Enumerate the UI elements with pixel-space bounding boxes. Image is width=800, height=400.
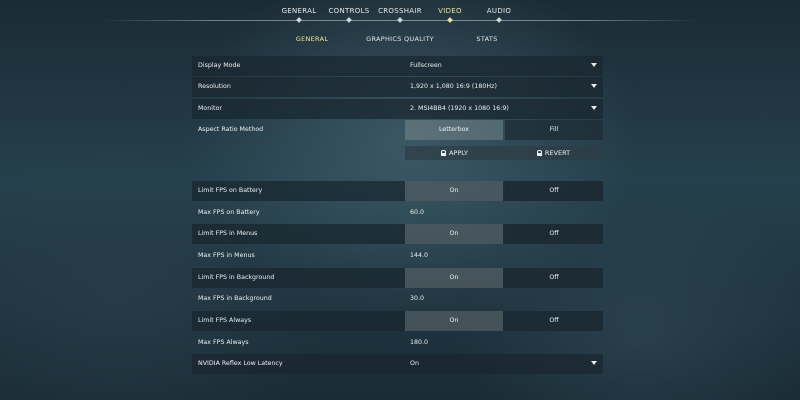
resolution-value: 1,920 x 1,080 16:9 (180Hz) — [410, 83, 497, 90]
lock-icon — [440, 150, 447, 156]
limit-fps-menus-on[interactable]: On — [405, 224, 503, 244]
sub-nav: GENERAL GRAPHICS QUALITY STATS — [0, 30, 800, 50]
setting-max-fps-always: Max FPS Always 180.0 — [192, 333, 603, 353]
max-fps-battery-input[interactable]: 60.0 — [410, 209, 424, 216]
revert-button[interactable]: REVERT — [504, 146, 603, 160]
limit-fps-background-off[interactable]: Off — [505, 268, 603, 288]
setting-aspect-ratio: Aspect Ratio Method Letterbox Fill — [192, 120, 603, 140]
tab-crosshair-marker-icon — [397, 17, 403, 23]
revert-label: REVERT — [544, 149, 571, 157]
chevron-down-icon — [591, 84, 597, 88]
setting-label: Limit FPS on Battery — [198, 187, 263, 194]
setting-label: Max FPS Always — [198, 339, 249, 346]
nvidia-reflex-dropdown[interactable] — [404, 354, 603, 374]
setting-label: Limit FPS in Background — [198, 274, 275, 281]
apply-revert-bar: APPLY REVERT — [405, 146, 603, 160]
setting-label: Display Mode — [198, 62, 241, 69]
setting-label: Limit FPS in Menus — [198, 230, 258, 237]
setting-label: Limit FPS Always — [198, 317, 252, 324]
setting-label: NVIDIA Reflex Low Latency — [198, 360, 283, 367]
setting-max-fps-background: Max FPS in Background 30.0 — [192, 289, 603, 309]
setting-label: Monitor — [198, 105, 222, 112]
monitor-value: 2. MSI4BB4 (1920 x 1080 16:9) — [410, 105, 509, 112]
subtab-graphics-quality[interactable]: GRAPHICS QUALITY — [366, 35, 434, 43]
subtab-general[interactable]: GENERAL — [296, 35, 329, 43]
max-fps-background-input[interactable]: 30.0 — [410, 295, 424, 302]
letterbox-option[interactable]: Letterbox — [405, 120, 503, 140]
chevron-down-icon — [591, 361, 597, 365]
tab-audio[interactable]: AUDIO — [487, 7, 511, 15]
setting-label: Aspect Ratio Method — [198, 126, 264, 133]
subtab-stats[interactable]: STATS — [476, 35, 497, 43]
setting-max-fps-menus: Max FPS in Menus 144.0 — [192, 246, 603, 266]
setting-monitor: Monitor 2. MSI4BB4 (1920 x 1080 16:9) — [192, 99, 603, 119]
tab-general-marker-icon — [296, 17, 302, 23]
limit-fps-always-on[interactable]: On — [405, 311, 503, 331]
tab-controls-marker-icon — [346, 17, 352, 23]
tab-crosshair[interactable]: CROSSHAIR — [378, 7, 422, 15]
setting-label: Max FPS in Background — [198, 295, 272, 302]
setting-limit-fps-always: Limit FPS Always On Off — [192, 311, 603, 331]
display-mode-value: Fullscreen — [410, 62, 442, 69]
setting-label: Max FPS in Menus — [198, 252, 255, 259]
top-nav: GENERAL CONTROLS CROSSHAIR VIDEO AUDIO — [0, 0, 800, 28]
fill-option[interactable]: Fill — [505, 120, 603, 140]
max-fps-menus-input[interactable]: 144.0 — [410, 252, 428, 259]
setting-display-mode: Display Mode Fullscreen — [192, 56, 603, 76]
setting-label: Max FPS on Battery — [198, 209, 260, 216]
setting-label: Resolution — [198, 83, 231, 90]
setting-limit-fps-menus: Limit FPS in Menus On Off — [192, 224, 603, 244]
max-fps-always-input[interactable]: 180.0 — [410, 339, 428, 346]
chevron-down-icon — [591, 63, 597, 67]
tab-audio-marker-icon — [496, 17, 502, 23]
lock-icon — [536, 150, 543, 156]
tab-video-marker-icon — [447, 17, 453, 23]
limit-fps-battery-on[interactable]: On — [405, 181, 503, 201]
apply-button[interactable]: APPLY — [405, 146, 504, 160]
limit-fps-background-on[interactable]: On — [405, 268, 503, 288]
setting-nvidia-reflex: NVIDIA Reflex Low Latency On — [192, 354, 603, 374]
tab-general[interactable]: GENERAL — [282, 7, 317, 15]
tab-video[interactable]: VIDEO — [438, 7, 462, 15]
limit-fps-battery-off[interactable]: Off — [505, 181, 603, 201]
limit-fps-always-off[interactable]: Off — [505, 311, 603, 331]
setting-limit-fps-battery: Limit FPS on Battery On Off — [192, 181, 603, 201]
setting-resolution: Resolution 1,920 x 1,080 16:9 (180Hz) — [192, 77, 603, 97]
tab-controls[interactable]: CONTROLS — [328, 7, 369, 15]
setting-limit-fps-background: Limit FPS in Background On Off — [192, 268, 603, 288]
limit-fps-menus-off[interactable]: Off — [505, 224, 603, 244]
setting-max-fps-battery: Max FPS on Battery 60.0 — [192, 203, 603, 223]
chevron-down-icon — [591, 106, 597, 110]
apply-label: APPLY — [448, 149, 468, 157]
nvidia-reflex-value: On — [410, 360, 419, 367]
